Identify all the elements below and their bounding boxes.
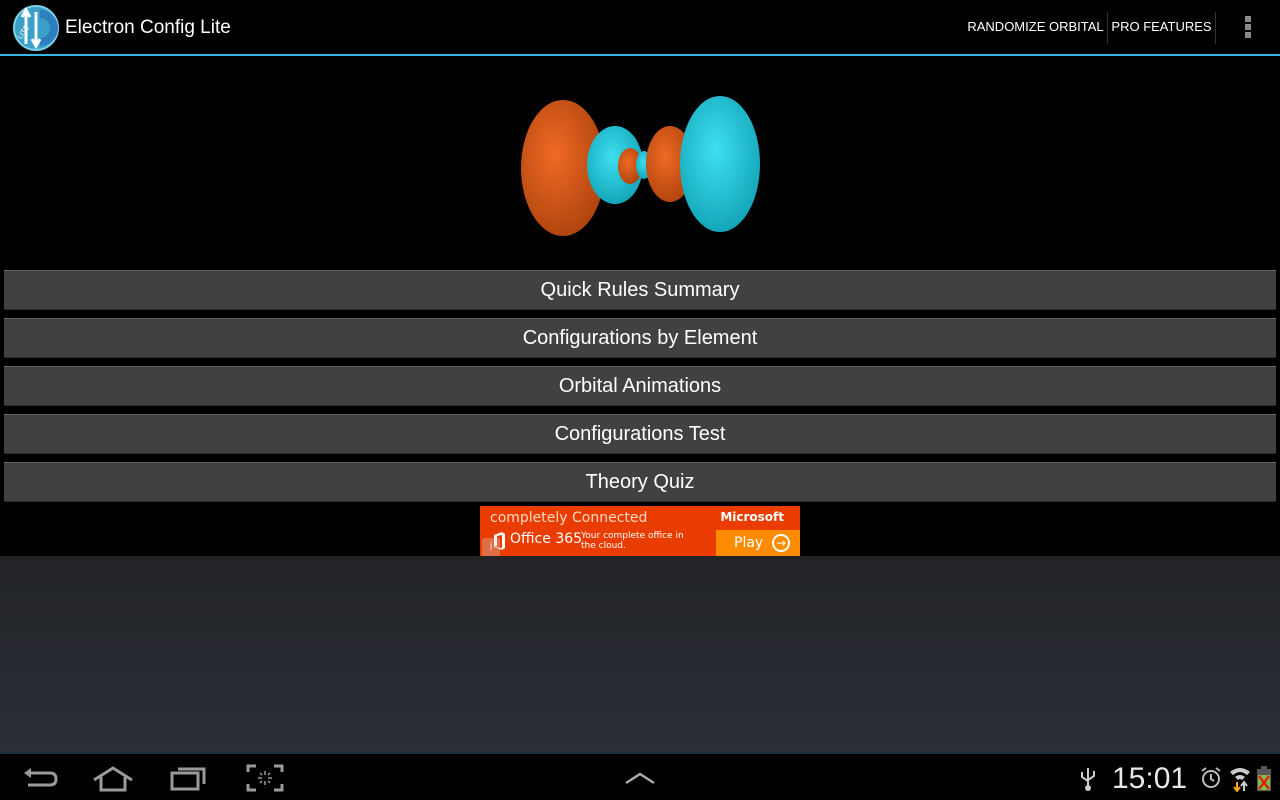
action-bar: LITE Electron Config Lite RANDOMIZE ORBI…	[0, 0, 1280, 56]
recent-apps-icon[interactable]	[166, 760, 212, 796]
randomize-orbital-button[interactable]: RANDOMIZE ORBITAL	[964, 0, 1107, 54]
overflow-menu-icon[interactable]	[1230, 0, 1266, 54]
orbital-3d-image[interactable]	[515, 94, 765, 242]
app-logo-icon[interactable]: LITE	[12, 4, 60, 52]
quick-rules-summary-button[interactable]: Quick Rules Summary	[4, 270, 1276, 310]
ad-banner[interactable]: completely Connected Microsoft Office 36…	[480, 506, 800, 556]
home-icon[interactable]	[90, 760, 136, 796]
configurations-test-button[interactable]: Configurations Test	[4, 414, 1276, 454]
arrow-right-circle-icon: →	[772, 534, 790, 552]
screen: LITE Electron Config Lite RANDOMIZE ORBI…	[0, 0, 1280, 800]
empty-background	[0, 556, 1280, 752]
ad-product: Office 365	[510, 531, 583, 547]
up-chevron-icon[interactable]	[617, 760, 663, 796]
back-icon[interactable]	[16, 760, 62, 796]
system-navigation-bar: 15:01	[0, 752, 1280, 800]
clock[interactable]: 15:01	[1112, 762, 1187, 796]
main-content: Quick Rules Summary Configurations by El…	[0, 56, 1280, 556]
theory-quiz-button[interactable]: Theory Quiz	[4, 462, 1276, 502]
pro-features-button[interactable]: PRO FEATURES	[1108, 0, 1215, 54]
orbital-lobe	[680, 96, 760, 232]
action-divider	[1215, 12, 1216, 44]
ad-tagline: Your complete office in the cloud.	[581, 531, 684, 551]
battery-icon	[1257, 766, 1271, 791]
ad-headline: completely Connected	[490, 510, 648, 526]
usb-icon	[1081, 768, 1095, 791]
orbital-animations-button[interactable]: Orbital Animations	[4, 366, 1276, 406]
app-title: Electron Config Lite	[65, 17, 231, 38]
ad-play-label: Play	[734, 535, 764, 551]
screenshot-icon[interactable]	[242, 760, 288, 796]
alarm-icon	[1201, 767, 1221, 788]
ad-play-button[interactable]: Play →	[716, 530, 800, 556]
configurations-by-element-button[interactable]: Configurations by Element	[4, 318, 1276, 358]
info-icon[interactable]: i	[482, 538, 500, 556]
ad-brand: Microsoft	[720, 510, 784, 524]
wifi-icon	[1230, 768, 1250, 792]
